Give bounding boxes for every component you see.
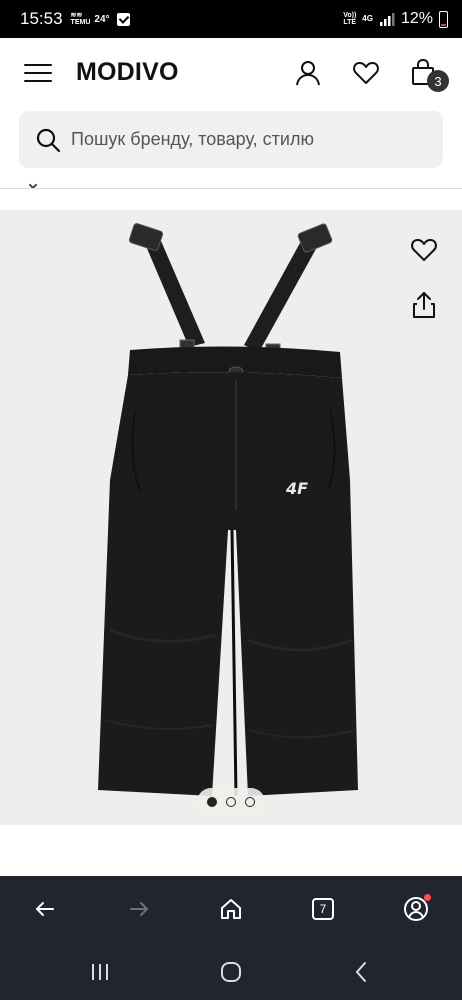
share-icon xyxy=(413,292,435,318)
status-indicators: Vo)) LTE 4G 12% xyxy=(343,10,448,28)
home-pill-icon xyxy=(221,962,241,982)
brand-logo-text: 4F xyxy=(285,479,308,498)
user-icon xyxy=(296,61,320,86)
browser-profile-button[interactable] xyxy=(401,894,431,924)
add-to-wishlist-button[interactable] xyxy=(409,235,439,265)
menu-line-icon xyxy=(24,80,52,82)
cart-button[interactable]: 3 xyxy=(409,58,449,92)
search-icon xyxy=(36,128,61,152)
checkbox-notification-icon xyxy=(116,12,130,26)
gallery-dot[interactable] xyxy=(207,797,217,807)
recent-apps-button[interactable] xyxy=(88,960,112,984)
share-button[interactable] xyxy=(409,290,439,320)
gallery-dot[interactable] xyxy=(226,797,236,807)
status-mini-line2: TEMU xyxy=(70,19,91,26)
browser-toolbar: 7 xyxy=(0,876,462,942)
back-chevron-icon xyxy=(355,962,366,982)
status-temperature: 24° xyxy=(94,13,110,25)
volte-indicator: Vo)) LTE xyxy=(343,12,356,26)
header-divider xyxy=(0,188,462,189)
browser-home-button[interactable] xyxy=(216,894,246,924)
network-type: 4G xyxy=(362,14,373,23)
battery-icon xyxy=(439,10,448,28)
cart-count-badge: 3 xyxy=(427,70,449,92)
product-image-gallery[interactable]: 4F xyxy=(0,210,462,825)
gallery-dot[interactable] xyxy=(245,797,255,807)
system-navigation-bar xyxy=(0,942,462,1000)
status-time: 15:53 xyxy=(20,9,63,28)
status-mini-line1: ≋≋ xyxy=(70,12,83,19)
battery-percentage: 12% xyxy=(400,10,433,27)
system-home-button[interactable] xyxy=(219,960,243,984)
hamburger-menu-button[interactable] xyxy=(24,64,52,84)
home-icon xyxy=(221,899,241,919)
browser-tabs-button[interactable]: 7 xyxy=(308,894,338,924)
menu-line-icon xyxy=(24,72,52,74)
site-logo[interactable]: MODIVO xyxy=(76,58,179,87)
arrow-left-icon xyxy=(36,902,54,916)
volte-line1: Vo)) xyxy=(343,12,357,19)
recent-apps-icon xyxy=(92,964,108,980)
heart-icon xyxy=(411,238,437,261)
account-button[interactable] xyxy=(293,58,323,88)
search-bar[interactable] xyxy=(19,111,443,168)
gallery-pagination xyxy=(197,788,265,816)
product-photo-ski-pants: 4F xyxy=(98,223,358,797)
tabs-icon: 7 xyxy=(312,898,334,920)
system-back-button[interactable] xyxy=(350,960,374,984)
wishlist-button[interactable] xyxy=(351,58,381,88)
signal-icon xyxy=(379,13,395,26)
browser-back-button[interactable] xyxy=(30,894,60,924)
app-header: MODIVO 3 xyxy=(0,38,462,108)
arrow-right-icon xyxy=(130,902,148,916)
status-notification-text: ≋≋ TEMU xyxy=(71,12,91,26)
browser-forward-button[interactable] xyxy=(124,894,154,924)
menu-line-icon xyxy=(24,64,52,66)
notification-dot xyxy=(424,894,431,901)
volte-line2: LTE xyxy=(343,19,357,26)
status-bar: 15:53 ≋≋ TEMU 24° Vo)) LTE 4G 12% xyxy=(0,0,462,38)
search-input[interactable] xyxy=(71,129,411,150)
heart-icon xyxy=(353,61,379,84)
